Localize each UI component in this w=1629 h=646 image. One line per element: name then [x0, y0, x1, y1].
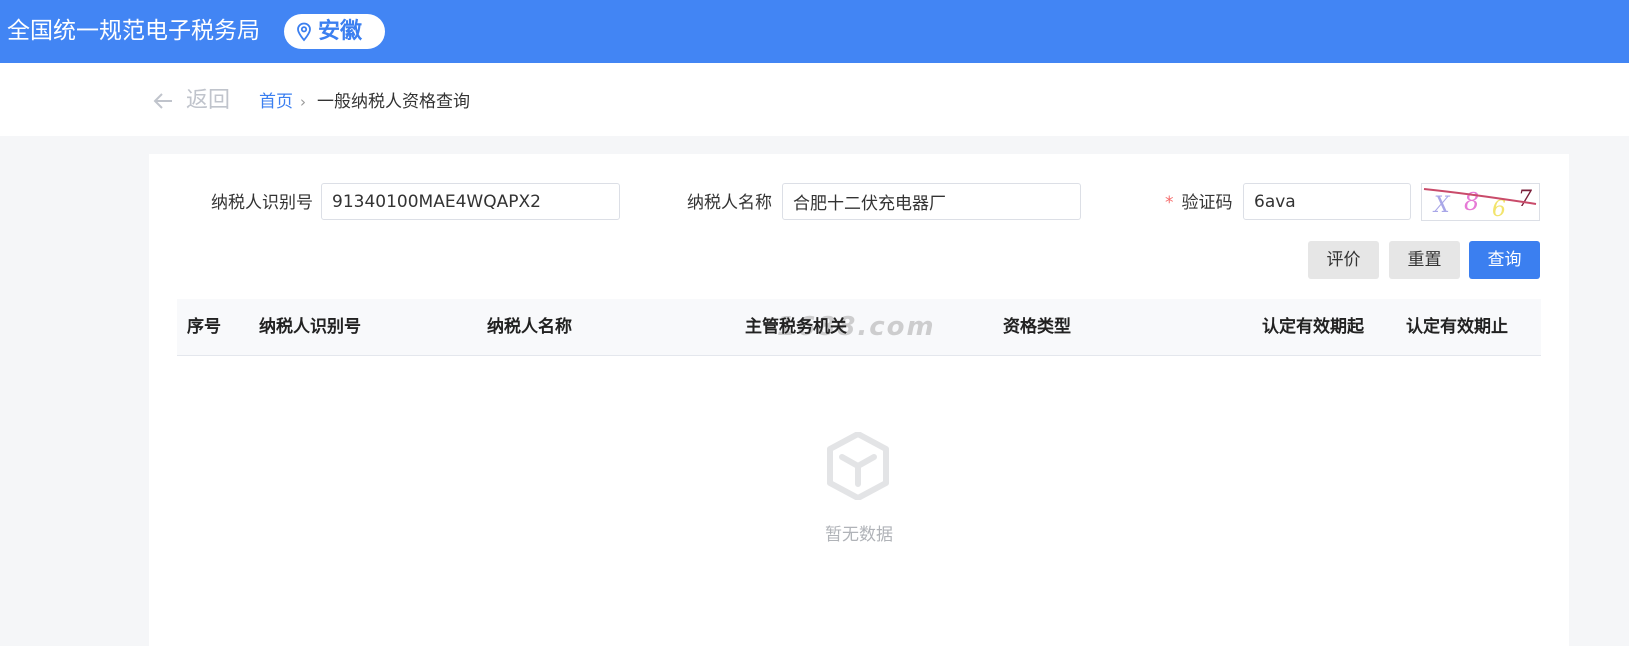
- breadcrumb-home-link[interactable]: 首页: [259, 91, 293, 113]
- captcha-char-4: 7: [1518, 187, 1532, 212]
- region-selector[interactable]: 安徽: [284, 14, 385, 49]
- back-label: 返回: [186, 88, 231, 113]
- column-header-tax-authority: 主管税务机关: [745, 317, 847, 337]
- captcha-char-2: 8: [1464, 188, 1479, 216]
- captcha-input[interactable]: [1243, 183, 1411, 220]
- column-header-qualification-type: 资格类型: [1003, 317, 1071, 337]
- site-title: 全国统一规范电子税务局: [7, 18, 260, 44]
- empty-state-text: 暂无数据: [825, 525, 893, 545]
- taxpayer-id-input[interactable]: [321, 183, 620, 220]
- column-header-taxpayer-id: 纳税人识别号: [259, 317, 361, 337]
- taxpayer-id-label: 纳税人识别号: [211, 193, 313, 213]
- taxpayer-name-input[interactable]: [782, 183, 1081, 220]
- region-label: 安徽: [318, 19, 363, 44]
- breadcrumb-separator: ›: [300, 93, 306, 111]
- captcha-image[interactable]: X 8 6 7: [1421, 183, 1540, 222]
- captcha-label-text: 验证码: [1181, 193, 1233, 213]
- column-header-index: 序号: [187, 317, 221, 337]
- query-panel: 纳税人识别号 纳税人名称 * 验证码 X 8 6 7 评价 重置 查询 序号 纳税…: [149, 154, 1569, 646]
- reset-button[interactable]: 重置: [1389, 241, 1460, 279]
- result-table-header: 序号 纳税人识别号 纳税人名称 1688.com 主管税务机关 资格类型 认定有…: [177, 299, 1541, 356]
- map-pin-icon: [297, 22, 311, 42]
- captcha-graphic: X 8 6 7: [1423, 187, 1537, 222]
- column-header-valid-to: 认定有效期止: [1406, 317, 1508, 337]
- breadcrumb-current: 一般纳税人资格查询: [317, 92, 470, 112]
- required-mark: *: [1165, 193, 1174, 213]
- captcha-char-1: X: [1432, 193, 1451, 218]
- arrow-left-icon: [153, 93, 172, 109]
- breadcrumb-bar: 返回 首页 › 一般纳税人资格查询: [0, 63, 1629, 136]
- column-header-valid-from: 认定有效期起: [1262, 317, 1364, 337]
- column-header-taxpayer-name: 纳税人名称: [487, 317, 572, 337]
- query-button[interactable]: 查询: [1469, 241, 1540, 279]
- evaluate-button[interactable]: 评价: [1308, 241, 1379, 279]
- empty-box-icon: [827, 432, 889, 500]
- taxpayer-name-label: 纳税人名称: [687, 193, 772, 213]
- captcha-char-3: 6: [1492, 197, 1506, 220]
- top-header-bar: 全国统一规范电子税务局 安徽: [0, 0, 1629, 63]
- captcha-label: * 验证码: [1165, 192, 1233, 214]
